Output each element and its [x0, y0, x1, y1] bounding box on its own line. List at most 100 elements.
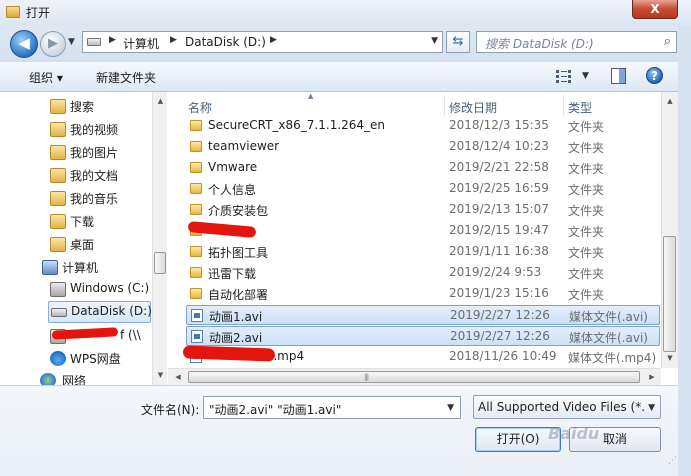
sidebar-item-videos[interactable]: 我的视频 [50, 119, 150, 140]
file-name: SecureCRT_x86_7.1.1.264_en [208, 118, 386, 132]
file-type: 文件夹 [568, 183, 605, 197]
sidebar-item-search[interactable]: 搜索 [50, 96, 150, 117]
filename-input[interactable]: "动画2.avi" "动画1.avi" ▼ [203, 396, 461, 419]
back-button[interactable]: ◀ [10, 30, 38, 58]
search-input[interactable]: 搜索 DataDisk (D:) ⌕ [476, 31, 677, 53]
preview-pane-icon[interactable] [611, 68, 626, 84]
file-name: 迅雷下载 [208, 267, 257, 281]
file-row[interactable]: 迅雷下载 2019/2/24 9:53 文件夹 [186, 263, 660, 283]
scrollbar-thumb[interactable] [188, 371, 640, 383]
view-options-dropdown-icon[interactable]: ▼ [582, 71, 589, 81]
drive-c-icon [50, 282, 66, 297]
scroll-up-icon[interactable]: ▲ [153, 94, 168, 109]
file-row[interactable]: 个人信息 2019/2/25 16:59 文件夹 [186, 179, 660, 199]
sidebar-item-desktop[interactable]: 桌面 [50, 234, 150, 255]
breadcrumb-separator-icon[interactable]: ▶ [109, 35, 116, 45]
sidebar-item-downloads[interactable]: 下载 [50, 211, 150, 232]
scroll-left-icon[interactable]: ◀ [170, 369, 186, 385]
breadcrumb-datadisk[interactable]: DataDisk (D:) [185, 35, 266, 49]
refresh-button[interactable]: ⇆ [446, 31, 470, 53]
sidebar-item-drive-c[interactable]: Windows (C:) [50, 279, 150, 300]
file-type: 媒体文件(.avi) [569, 331, 648, 345]
sidebar-item-documents[interactable]: 我的文档 [50, 165, 150, 186]
file-list-vertical-scrollbar[interactable]: ▲ ▼ [661, 92, 678, 368]
filter-dropdown-icon[interactable]: ▼ [648, 403, 655, 413]
column-header-date[interactable]: 修改日期 [449, 99, 497, 116]
column-divider[interactable] [563, 95, 564, 115]
file-name: 动画1.avi [209, 310, 263, 324]
navigation-pane: 搜索 我的视频 我的图片 我的文档 我的音乐 下载 桌面 计算机 Windows… [0, 92, 152, 385]
folder-icon [190, 288, 202, 299]
history-dropdown-icon[interactable]: ▼ [68, 37, 75, 47]
file-row[interactable]: 动画1.avi 2019/2/27 12:26 媒体文件(.avi) [186, 305, 660, 325]
change-view-icon[interactable] [556, 68, 574, 84]
sidebar-item-label: 下载 [70, 215, 95, 229]
sidebar-item-drive-d[interactable]: DataDisk (D:) [48, 301, 152, 323]
breadcrumb-separator-icon[interactable]: ▶ [270, 35, 277, 45]
column-divider[interactable] [444, 95, 445, 115]
file-modified-date: 2019/2/13 15:07 [449, 202, 549, 216]
sidebar-item-label: 计算机 [62, 261, 99, 275]
file-row[interactable]: 拓扑图工具 2019/1/11 16:38 文件夹 [186, 242, 660, 262]
sidebar-item-label: 我的文档 [70, 169, 119, 183]
close-button[interactable]: X [632, 0, 678, 19]
sidebar-item-music[interactable]: 我的音乐 [50, 188, 150, 209]
file-row[interactable]: SecureCRT_x86_7.1.1.264_en 2018/12/3 15:3… [186, 116, 660, 136]
file-name: 自动化部署 [208, 288, 269, 302]
resize-grip-icon[interactable]: ⋰ [668, 456, 677, 466]
drive-icon [87, 38, 101, 46]
file-modified-date: 2018/12/4 10:23 [449, 139, 549, 153]
folder-icon [190, 141, 202, 152]
sidebar-item-label: 搜索 [70, 100, 95, 114]
scrollbar-thumb[interactable] [154, 252, 166, 274]
scroll-down-icon[interactable]: ▼ [153, 368, 168, 383]
sidebar-item-label: 我的音乐 [70, 192, 119, 206]
scroll-down-icon[interactable]: ▼ [662, 351, 678, 366]
filename-dropdown-icon[interactable]: ▼ [447, 403, 454, 413]
watermark: Baidu [548, 424, 600, 443]
scrollbar-thumb[interactable] [663, 236, 676, 352]
file-type-filter[interactable]: All Supported Video Files (*. ▼ [473, 395, 661, 419]
sidebar-scrollbar[interactable]: ▲ ▼ [152, 92, 167, 385]
file-row[interactable]: 动画2.avi 2019/2/27 12:26 媒体文件(.avi) [186, 326, 660, 346]
file-type: 媒体文件(.mp4) [568, 351, 657, 365]
help-button[interactable]: ? [646, 67, 663, 84]
sidebar-item-label: 网络 [62, 374, 87, 385]
file-type: 文件夹 [568, 204, 605, 218]
forward-button[interactable]: ▶ [40, 31, 66, 57]
video-library-icon [50, 122, 66, 137]
drive-d-icon [51, 308, 67, 317]
organize-button[interactable]: 组织 ▾ [29, 69, 63, 86]
breadcrumb-separator-icon[interactable]: ▶ [170, 35, 177, 45]
column-header-type[interactable]: 类型 [568, 99, 592, 116]
file-row[interactable]: 自动化部署 2019/1/23 15:16 文件夹 [186, 284, 660, 304]
file-modified-date: 2019/2/25 16:59 [449, 181, 549, 195]
file-row[interactable]: teamviewer 2018/12/4 10:23 文件夹 [186, 137, 660, 157]
folder-icon [190, 120, 202, 131]
breadcrumb-computer[interactable]: 计算机 [123, 35, 159, 52]
file-row[interactable]: 介质安装包 2019/2/13 15:07 文件夹 [186, 200, 660, 220]
new-folder-button[interactable]: 新建文件夹 [96, 69, 156, 86]
file-modified-date: 2019/2/27 12:26 [450, 308, 550, 322]
sidebar-item-network[interactable]: 网络 [40, 370, 150, 385]
file-name: l.mp4 [270, 349, 305, 363]
file-name: 动画2.avi [209, 331, 263, 345]
sidebar-item-wps-cloud[interactable]: WPS网盘 [50, 348, 150, 369]
scroll-up-icon[interactable]: ▲ [662, 94, 678, 109]
search-icon[interactable]: ⌕ [664, 34, 671, 49]
file-row[interactable]: 2019/2/15 19:47 文件夹 [186, 221, 660, 241]
file-list-horizontal-scrollbar[interactable]: ◀ ||| ▶ [168, 368, 661, 385]
file-name: Vmware [208, 160, 258, 174]
sidebar-item-pictures[interactable]: 我的图片 [50, 142, 150, 163]
filename-value: "动画2.avi" "动画1.avi" [209, 403, 342, 417]
column-header-name[interactable]: 名称 [188, 99, 212, 116]
file-modified-date: 2018/12/3 15:35 [449, 118, 549, 132]
file-row[interactable]: Vmware 2019/2/21 22:58 文件夹 [186, 158, 660, 178]
video-file-icon [191, 330, 203, 343]
address-dropdown-icon[interactable]: ▼ [431, 36, 438, 46]
sidebar-item-computer[interactable]: 计算机 [42, 257, 150, 278]
folder-icon [190, 204, 202, 215]
address-bar[interactable]: ▶ 计算机 ▶ DataDisk (D:) ▶ ▼ [82, 31, 443, 53]
title-bar: 打开 [0, 0, 691, 26]
scroll-right-icon[interactable]: ▶ [644, 369, 660, 385]
